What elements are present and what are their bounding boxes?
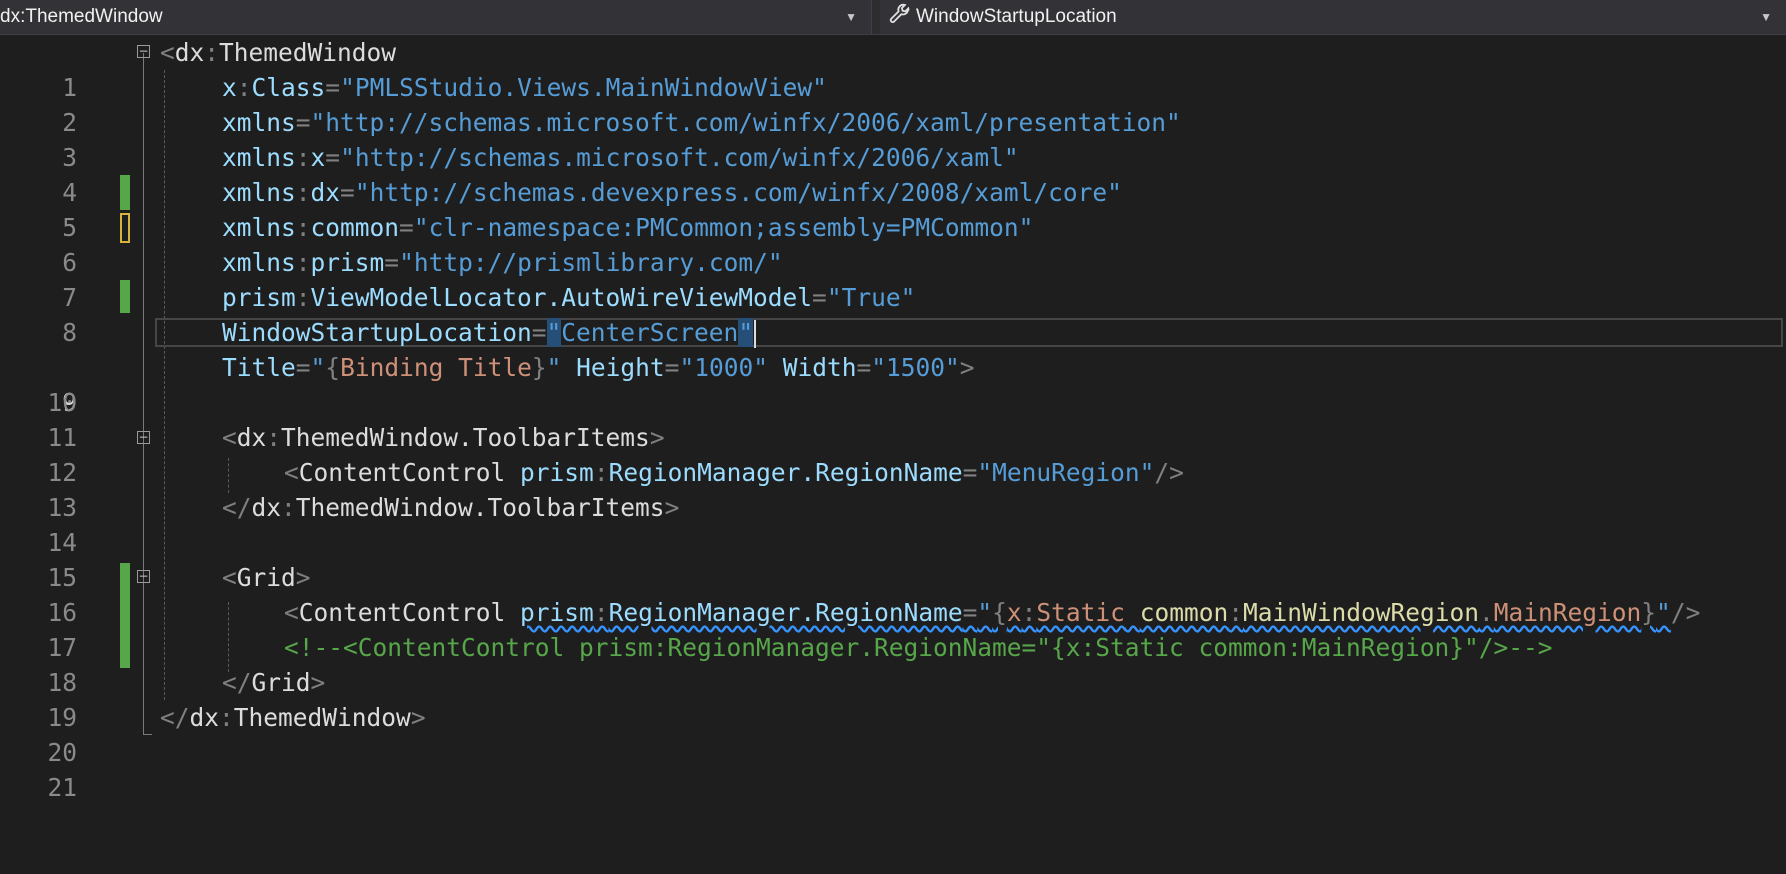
code-line: 8 prism:ViewModelLocator.AutoWireViewMod… [0, 280, 1786, 347]
code-line: 13 <ContentControl prism:RegionManager.R… [0, 455, 1786, 522]
type-selector-dropdown[interactable]: dx:ThemedWindow ▼ [0, 0, 872, 34]
code-line: 7 xmlns:prism="http://prismlibrary.com/" [0, 245, 1786, 312]
code-line: 17 <ContentControl prism:RegionManager.R… [0, 595, 1786, 662]
line-content: </dx:ThemedWindow> [160, 703, 426, 732]
line-content-comment: <!--<ContentControl prism:RegionManager.… [284, 633, 1553, 662]
code-line: 11 [0, 385, 1786, 452]
code-line: 2 x:Class="PMLSStudio.Views.MainWindowVi… [0, 70, 1786, 137]
code-line: 5 xmlns:dx="http://schemas.devexpress.co… [0, 175, 1786, 242]
code-line: 18 <!--<ContentControl prism:RegionManag… [0, 630, 1786, 697]
code-line: 12 <dx:ThemedWindow.ToolbarItems> [0, 420, 1786, 487]
line-content: x:Class="PMLSStudio.Views.MainWindowView… [222, 73, 827, 102]
line-number: 21 [47, 773, 77, 802]
code-line: 16 <Grid> [0, 560, 1786, 627]
line-content: <ContentControl prism:RegionManager.Regi… [284, 598, 1701, 627]
code-line-current: 9 WindowStartupLocation="CenterScreen" [0, 315, 1786, 417]
code-line: 20 </dx:ThemedWindow> [0, 700, 1786, 767]
code-line: 6 xmlns:common="clr-namespace:PMCommon;a… [0, 210, 1786, 277]
line-content: xmlns:x="http://schemas.microsoft.com/wi… [222, 143, 1019, 172]
wrench-icon [889, 3, 910, 23]
line-content: </dx:ThemedWindow.ToolbarItems> [222, 493, 680, 522]
line-content: xmlns="http://schemas.microsoft.com/winf… [222, 108, 1181, 137]
line-content: xmlns:common="clr-namespace:PMCommon;ass… [222, 213, 1034, 242]
line-content: xmlns:prism="http://prismlibrary.com/" [222, 248, 783, 277]
line-content: prism:ViewModelLocator.AutoWireViewModel… [222, 283, 916, 312]
line-content: </Grid> [222, 668, 326, 697]
line-content: Title="{Binding Title}" Height="1000" Wi… [222, 353, 975, 382]
code-line: 3 xmlns="http://schemas.microsoft.com/wi… [0, 105, 1786, 172]
code-line: 21 [0, 735, 1786, 802]
line-content: WindowStartupLocation="CenterScreen" [222, 315, 757, 350]
chevron-down-icon: ▼ [1760, 10, 1772, 24]
code-editor[interactable]: − − − 1 <dx:ThemedWindow 2 x:Class="PMLS… [0, 35, 1786, 874]
line-content: <dx:ThemedWindow [160, 38, 397, 67]
line-content: xmlns:dx="http://schemas.devexpress.com/… [222, 178, 1122, 207]
code-line: 10 Title="{Binding Title}" Height="1000"… [0, 350, 1786, 417]
error-squiggle[interactable]: prism:RegionManager.RegionName="{x:Stati… [520, 598, 1671, 627]
code-line: 14 </dx:ThemedWindow.ToolbarItems> [0, 490, 1786, 557]
chevron-down-icon: ▼ [845, 10, 857, 24]
member-selector-label: WindowStartupLocation [916, 6, 1117, 27]
code-line: 15 [0, 525, 1786, 592]
code-line: 4 xmlns:x="http://schemas.microsoft.com/… [0, 140, 1786, 207]
line-content: <Grid> [222, 563, 311, 592]
text-caret [754, 320, 757, 348]
line-content: <ContentControl prism:RegionManager.Regi… [284, 458, 1184, 487]
type-selector-label: dx:ThemedWindow [0, 6, 163, 27]
member-selector-dropdown[interactable]: WindowStartupLocation ▼ [880, 0, 1786, 34]
code-line: 1 <dx:ThemedWindow [0, 35, 1786, 102]
code-line: 19 </Grid> [0, 665, 1786, 732]
line-content: <dx:ThemedWindow.ToolbarItems> [222, 423, 665, 452]
navigation-bar: dx:ThemedWindow ▼ WindowStartupLocation … [0, 0, 1786, 35]
